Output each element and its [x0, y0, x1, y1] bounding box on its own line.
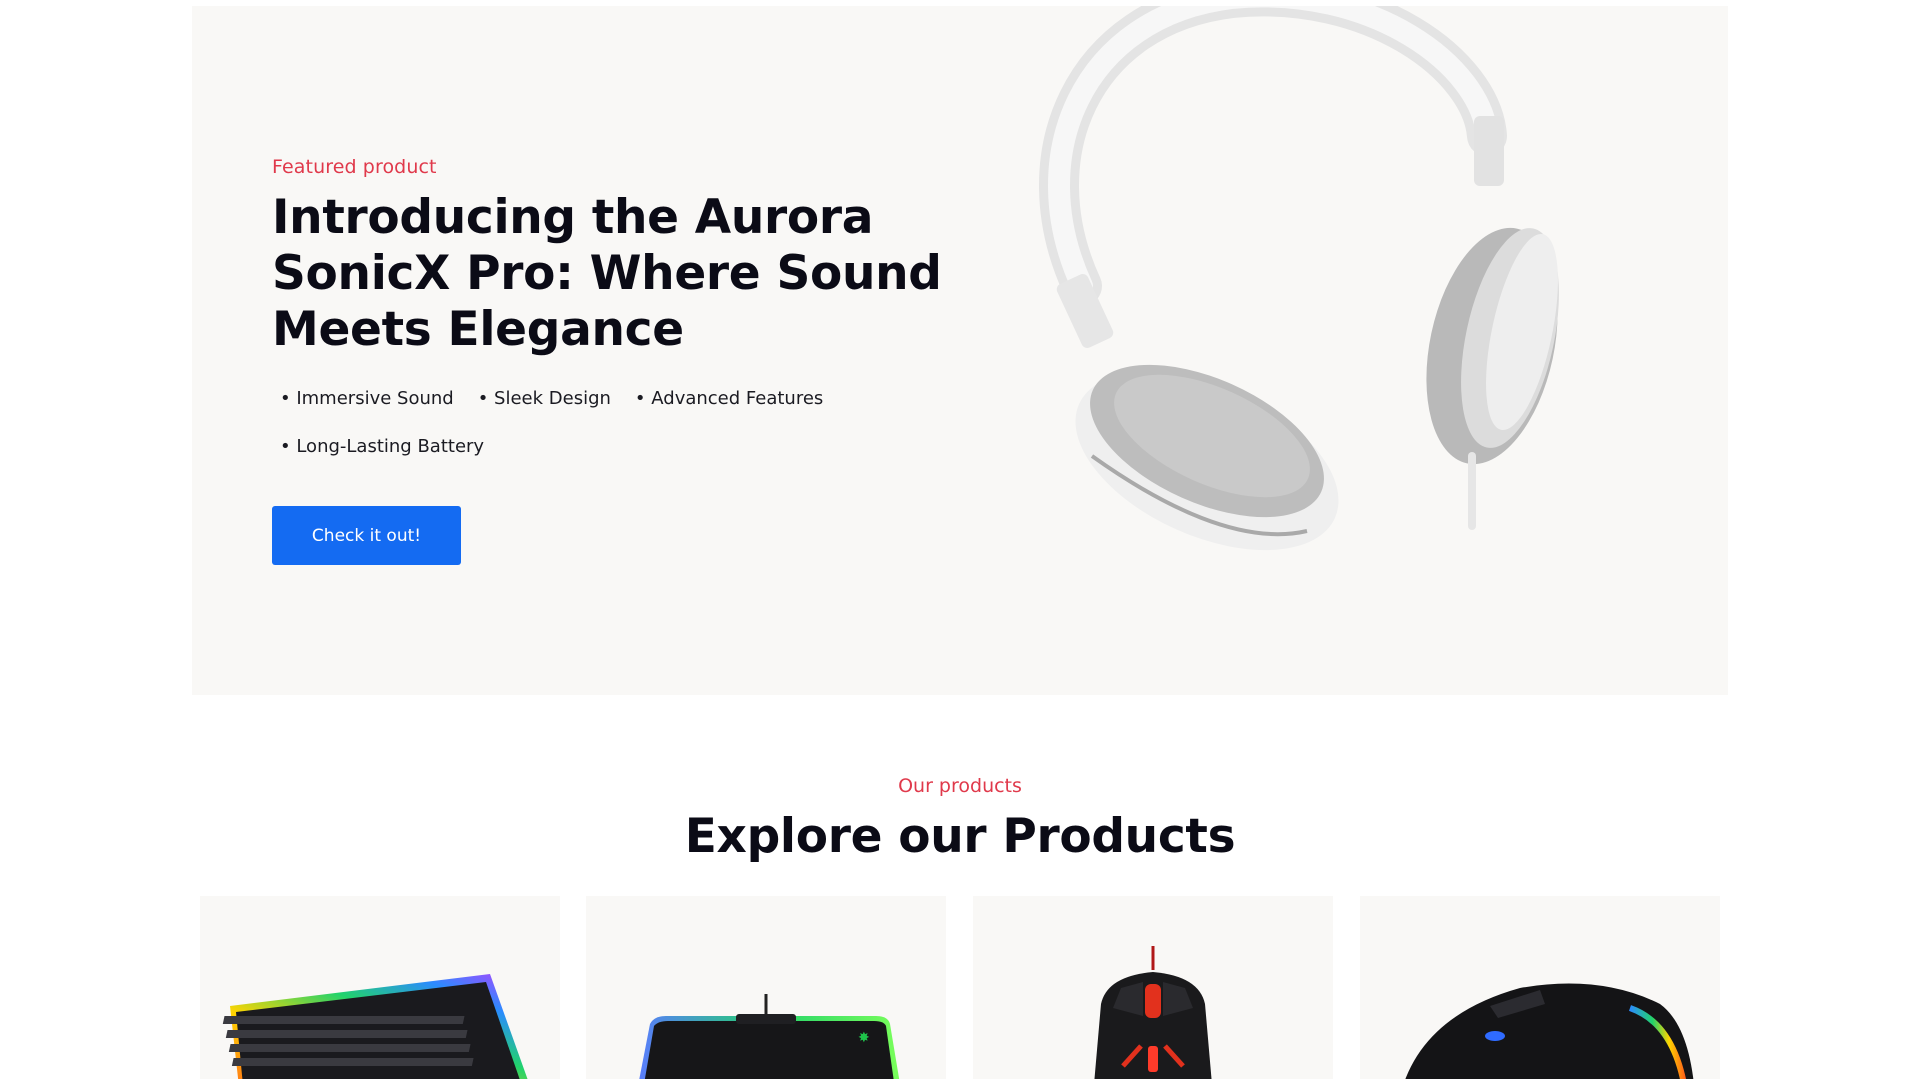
feature-item: Advanced Features	[635, 384, 823, 414]
rgb-mousepad-image: ✸	[639, 994, 900, 1079]
products-section-title: Explore our Products	[684, 809, 1236, 864]
hero-eyebrow: Featured product	[272, 156, 437, 178]
hero-title: Introducing the Aurora SonicX Pro: Where…	[272, 190, 942, 357]
feature-item: Immersive Sound	[280, 384, 453, 414]
featured-hero: Featured product Introducing the Aurora …	[192, 6, 1728, 695]
product-card-keyboard[interactable]	[200, 896, 560, 1079]
rgb-keyboard-image	[222, 974, 528, 1079]
check-it-out-button[interactable]: Check it out!	[272, 506, 461, 565]
feature-item: Long-Lasting Battery	[280, 432, 484, 462]
hero-content: Featured product Introducing the Aurora …	[272, 156, 952, 565]
product-card-rgb-mouse[interactable]	[1360, 896, 1720, 1079]
svg-text:✸: ✸	[858, 1030, 870, 1046]
headphones-image	[1039, 6, 1559, 551]
feature-list: Immersive Sound Sleek Design Advanced Fe…	[272, 384, 872, 462]
products-section-header: Our products Explore our Products	[0, 775, 1920, 864]
product-card-mousepad[interactable]: ✸	[586, 896, 946, 1079]
products-eyebrow: Our products	[898, 775, 1022, 797]
product-card-gaming-mouse[interactable]	[973, 896, 1333, 1079]
gaming-mouse-red-image	[1094, 946, 1212, 1079]
gaming-mouse-rgb-image	[1405, 983, 1694, 1079]
feature-item: Sleek Design	[478, 384, 611, 414]
product-grid: ✸	[200, 896, 1720, 1079]
